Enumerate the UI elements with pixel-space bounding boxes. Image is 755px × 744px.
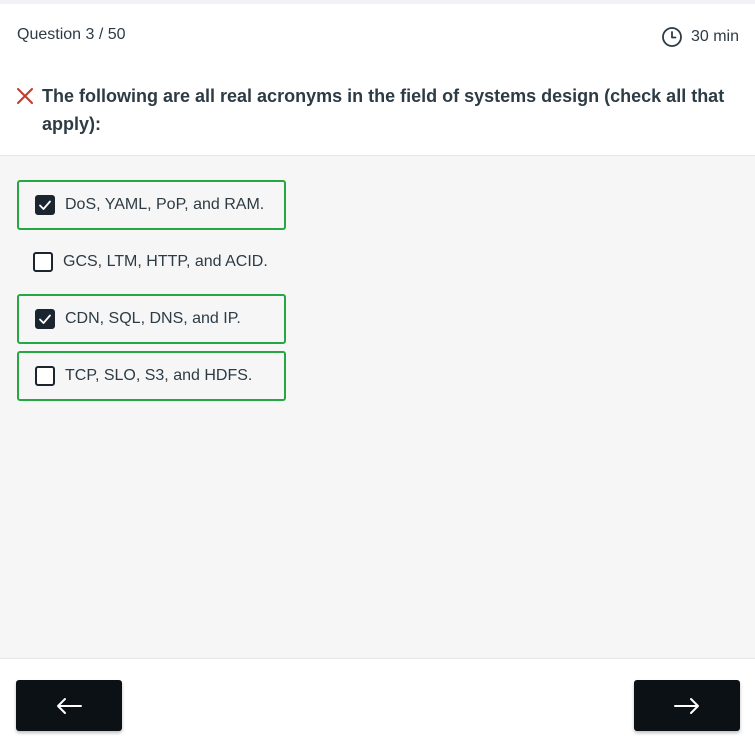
option-label: TCP, SLO, S3, and HDFS.: [65, 367, 253, 384]
option-label: GCS, LTM, HTTP, and ACID.: [63, 253, 268, 270]
option-2[interactable]: GCS, LTM, HTTP, and ACID.: [17, 237, 286, 287]
option-label: CDN, SQL, DNS, and IP.: [65, 310, 241, 327]
footer-nav: [0, 658, 755, 744]
previous-button[interactable]: [16, 680, 122, 731]
arrow-left-icon: [57, 697, 82, 714]
checkbox-unchecked[interactable]: [35, 366, 55, 386]
checkmark-icon: [39, 314, 51, 324]
next-button[interactable]: [634, 680, 740, 731]
timer-text: 30 min: [690, 28, 739, 45]
checkmark-icon: [39, 200, 51, 210]
question: The following are all real acronyms in t…: [16, 82, 736, 138]
option-label: DoS, YAML, PoP, and RAM.: [65, 196, 265, 213]
question-text: The following are all real acronyms in t…: [42, 86, 725, 134]
checkbox-unchecked[interactable]: [33, 252, 53, 272]
question-header: Question 3 / 50 30 min The following are…: [0, 4, 755, 156]
checkbox-checked[interactable]: [35, 309, 55, 329]
option-1[interactable]: DoS, YAML, PoP, and RAM.: [17, 180, 286, 230]
checkbox-checked[interactable]: [35, 195, 55, 215]
timer: 30 min: [661, 26, 739, 48]
option-3[interactable]: CDN, SQL, DNS, and IP.: [17, 294, 286, 344]
arrow-right-icon: [674, 697, 699, 714]
option-4[interactable]: TCP, SLO, S3, and HDFS.: [17, 351, 286, 401]
answer-options: DoS, YAML, PoP, and RAM. GCS, LTM, HTTP,…: [17, 180, 286, 408]
clock-icon: [661, 26, 683, 48]
question-counter: Question 3 / 50: [17, 26, 126, 43]
close-icon: [17, 88, 33, 104]
